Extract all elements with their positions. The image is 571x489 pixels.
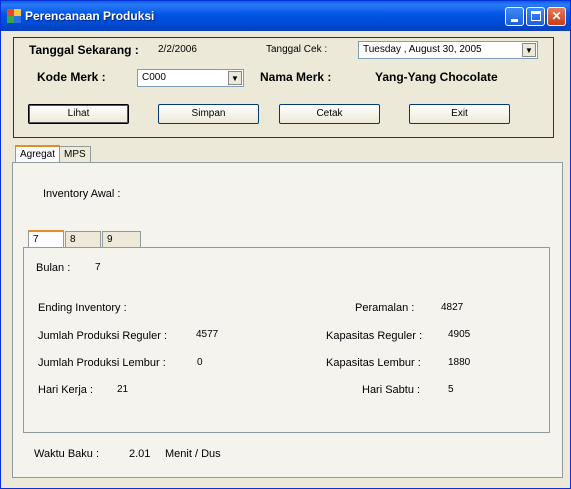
hari-sabtu-value: 5 (448, 384, 454, 395)
kode-merk-label: Kode Merk : (37, 70, 106, 84)
tab-mps[interactable]: MPS (59, 146, 91, 163)
minimize-button[interactable] (505, 7, 524, 26)
title-bar[interactable]: Perencanaan Produksi ✕ (1, 1, 570, 31)
waktu-baku-value: 2.01 (129, 448, 151, 460)
lihat-button[interactable]: Lihat (28, 104, 129, 124)
tab-agregat[interactable]: Agregat (15, 145, 61, 162)
chevron-down-icon[interactable]: ▼ (522, 43, 536, 57)
jumlah-reguler-label: Jumlah Produksi Reguler : (38, 330, 168, 342)
tanggal-cek-picker[interactable]: Tuesday , August 30, 2005 ▼ (358, 41, 538, 59)
hari-sabtu-label: Hari Sabtu : (362, 384, 421, 396)
app-icon (7, 9, 21, 23)
chevron-down-icon[interactable]: ▼ (228, 71, 242, 85)
cetak-button[interactable]: Cetak (279, 104, 380, 124)
nama-merk-value: Yang-Yang Chocolate (375, 70, 498, 84)
peramalan-label: Peramalan : (355, 302, 415, 314)
hari-kerja-label: Hari Kerja : (38, 384, 94, 396)
kapasitas-reguler-value: 4905 (448, 329, 471, 340)
window-title: Perencanaan Produksi (25, 9, 155, 23)
bulan-value: 7 (95, 262, 101, 273)
close-icon: ✕ (551, 9, 562, 23)
minimize-icon (511, 19, 518, 22)
tanggal-cek-label: Tanggal Cek : (266, 44, 328, 55)
main-window: Perencanaan Produksi ✕ Tanggal Sekarang … (0, 0, 571, 489)
maximize-icon (531, 11, 541, 21)
peramalan-value: 4827 (441, 302, 464, 313)
tanggal-cek-value: Tuesday , August 30, 2005 (363, 44, 482, 55)
tab-month-9[interactable]: 9 (102, 231, 141, 248)
kapasitas-lembur-label: Kapasitas Lembur : (326, 357, 421, 369)
jumlah-lembur-value: 0 (197, 357, 203, 368)
tab-month-7[interactable]: 7 (28, 230, 64, 247)
kode-merk-select[interactable]: C000 ▼ (137, 69, 244, 87)
jumlah-lembur-label: Jumlah Produksi Lembur : (38, 357, 166, 369)
simpan-button[interactable]: Simpan (158, 104, 259, 124)
waktu-baku-unit: Menit / Dus (165, 448, 221, 460)
nama-merk-label: Nama Merk : (260, 70, 332, 84)
kapasitas-reguler-label: Kapasitas Reguler : (326, 330, 422, 342)
jumlah-reguler-value: 4577 (196, 329, 219, 340)
ending-inventory-label: Ending Inventory : (38, 302, 127, 314)
tanggal-sekarang-label: Tanggal Sekarang : (29, 43, 139, 57)
inventory-awal-label: Inventory Awal : (43, 188, 121, 200)
bulan-label: Bulan : (36, 262, 71, 274)
tanggal-sekarang-value: 2/2/2006 (158, 44, 197, 55)
hari-kerja-value: 21 (117, 384, 129, 395)
tab-month-8[interactable]: 8 (65, 231, 101, 248)
waktu-baku-label: Waktu Baku : (34, 448, 100, 460)
close-button[interactable]: ✕ (547, 7, 566, 26)
kode-merk-value: C000 (142, 72, 166, 83)
exit-button[interactable]: Exit (409, 104, 510, 124)
kapasitas-lembur-value: 1880 (448, 357, 471, 368)
maximize-button[interactable] (526, 7, 545, 26)
